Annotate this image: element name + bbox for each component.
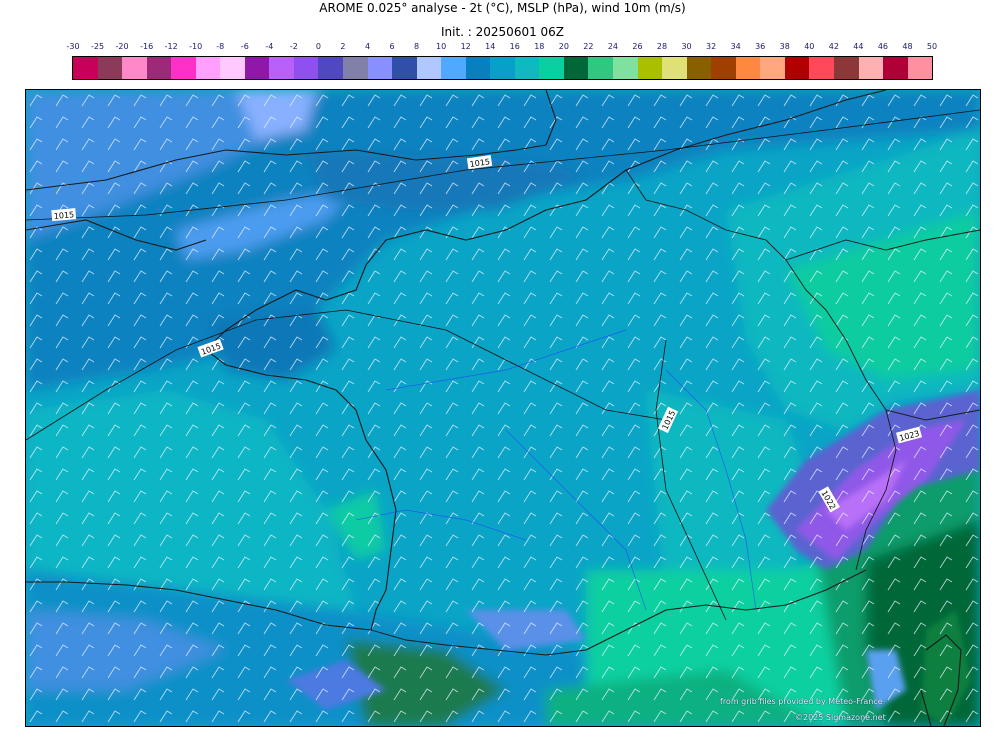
colorbar-tick-label: 4 [364,42,371,51]
colorbar-tick-label: 44 [853,42,864,51]
colorbar-tick-label: 40 [804,42,815,51]
colorbar-tick-label: 18 [534,42,545,51]
colorbar-tick-label: 0 [315,42,321,51]
colorbar-tick-label: 48 [902,42,913,51]
colorbar-swatch [686,57,712,79]
colorbar-swatch [122,57,147,79]
colorbar-tick-label: 42 [828,42,839,51]
colorbar-swatch [883,57,908,79]
colorbar-tick-label: 2 [340,42,346,51]
colorbar-tick-label: -2 [289,42,298,51]
colorbar-tick-label: 10 [436,42,447,51]
colorbar-swatch [833,57,859,79]
colorbar-tick-label: 30 [681,42,692,51]
colorbar-swatch [416,57,442,79]
colorbar-swatch [220,57,245,79]
colorbar-tick-label: 28 [656,42,668,51]
colorbar-tick-label: 34 [730,42,741,51]
colorbar-swatch [563,57,589,79]
colorbar-swatch [293,57,319,79]
colorbar-swatch [195,57,221,79]
colorbar-swatch [637,57,663,79]
colorbar-tick-label: 32 [706,42,717,51]
colorbar-swatch [760,57,785,79]
colorbar-tick-label: 12 [460,42,471,51]
colorbar-tick-label: -8 [216,42,225,51]
colorbar-swatch [269,57,294,79]
colorbar-tick-label: 46 [877,42,888,51]
map-title: AROME 0.025° analyse - 2t (°C), MSLP (hP… [319,1,686,15]
colorbar-swatch [907,57,933,79]
colorbar-swatch [171,57,196,79]
colorbar-tick-label: -16 [140,42,154,51]
colorbar-swatch [146,57,172,79]
colorbar-tick-label: 22 [583,42,594,51]
colorbar-swatch [809,57,834,79]
colorbar-swatch [490,57,515,79]
colorbar-swatch [711,57,736,79]
colorbar-tick-label: 8 [414,42,420,51]
colorbar-swatch [662,57,687,79]
colorbar-swatch [97,57,123,79]
colorbar-tick-label: 14 [485,42,496,51]
colorbar-tick-label: 26 [632,42,643,51]
colorbar-tick-label: -6 [240,42,249,51]
colorbar-tick-label: 24 [607,42,619,51]
colorbar-swatch [441,57,466,79]
data-source-credit: from grib files provided by Meteo-France [720,697,883,706]
colorbar-tick-label: -12 [164,42,178,51]
colorbar-tick-label: 36 [755,42,766,51]
colorbar-tick-label: -10 [189,42,203,51]
isobar-label: 1015 [53,210,74,221]
colorbar-tick-label: -20 [115,42,129,51]
colorbar-tick-labels: -30 -25 -20 -16 -12 -10 -8 -6 -4 -2 0 2 4 6 8 10 12 14 16 1… [0,42,1005,54]
colorbar-swatch [613,57,638,79]
colorbar-swatch [514,57,540,79]
colorbar-tick-label: -25 [90,42,105,51]
wind-barbs-layer [26,90,980,726]
colorbar-swatch [367,57,393,79]
colorbar-swatch [588,57,614,79]
colorbar-swatch [73,57,98,79]
colorbar-tick-label: 38 [779,42,790,51]
colorbar-swatch [735,57,761,79]
colorbar-swatch [392,57,417,79]
init-time: Init. : 20250601 06Z [440,25,565,39]
temperature-colorbar [72,56,933,80]
copyright-credit: ©2025 Sigmazone.net [795,713,886,722]
colorbar-swatch [318,57,344,79]
colorbar-swatch [539,57,564,79]
weather-map[interactable]: 1015 1015 1015 1015 1023 1022 [25,89,981,727]
colorbar-swatch [784,57,810,79]
colorbar-swatch [244,57,270,79]
colorbar-tick-label: 50 [926,42,938,51]
colorbar-swatch [343,57,368,79]
colorbar-tick-label: -30 [66,42,80,51]
colorbar-tick-label: 6 [389,42,395,51]
colorbar-swatch [465,57,491,79]
colorbar-swatch [858,57,884,79]
colorbar-tick-label: -4 [265,42,274,51]
colorbar-tick-label: 20 [558,42,569,51]
colorbar-tick-label: 16 [509,42,520,51]
